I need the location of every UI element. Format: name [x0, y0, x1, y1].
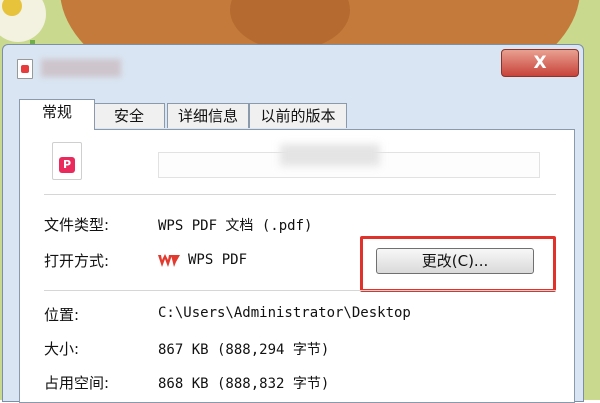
disk-size-label: 占用空间: — [44, 374, 110, 392]
tab-security[interactable]: 安全 — [93, 103, 165, 128]
close-button[interactable]: X — [501, 49, 579, 77]
wallpaper-flower — [0, 0, 46, 42]
file-type-value: WPS PDF 文档 (.pdf) — [158, 218, 313, 234]
tab-previous-versions[interactable]: 以前的版本 — [249, 103, 347, 128]
tab-general[interactable]: 常规 — [19, 99, 95, 130]
location-value: C:\Users\Administrator\Desktop — [158, 305, 411, 321]
general-tab-panel: P 文件类型: WPS PDF 文档 (.pdf) 打开方式: WPS PDF … — [19, 129, 575, 403]
size-value: 867 KB (888,294 字节) — [158, 342, 330, 358]
location-label: 位置: — [44, 306, 80, 324]
divider — [44, 194, 556, 195]
divider — [44, 290, 556, 291]
window-titlebar[interactable]: X — [3, 45, 583, 91]
open-with-label: 打开方式: — [44, 252, 110, 270]
pdf-badge-icon: P — [59, 157, 75, 173]
open-with-value: WPS PDF — [188, 252, 248, 268]
file-name-blurred — [280, 144, 380, 166]
tab-details[interactable]: 详细信息 — [167, 103, 249, 128]
pdf-file-icon — [17, 59, 33, 79]
highlight-box — [360, 236, 556, 292]
wps-logo-icon — [158, 254, 180, 267]
window-title-blurred — [41, 59, 121, 77]
size-label: 大小: — [44, 340, 80, 358]
pdf-document-icon: P — [52, 142, 82, 180]
file-properties-window: X 常规 安全 详细信息 以前的版本 P 文件类型: WPS PDF 文档 (.… — [2, 44, 584, 403]
disk-size-value: 868 KB (888,832 字节) — [158, 376, 330, 392]
file-type-label: 文件类型: — [44, 216, 110, 234]
